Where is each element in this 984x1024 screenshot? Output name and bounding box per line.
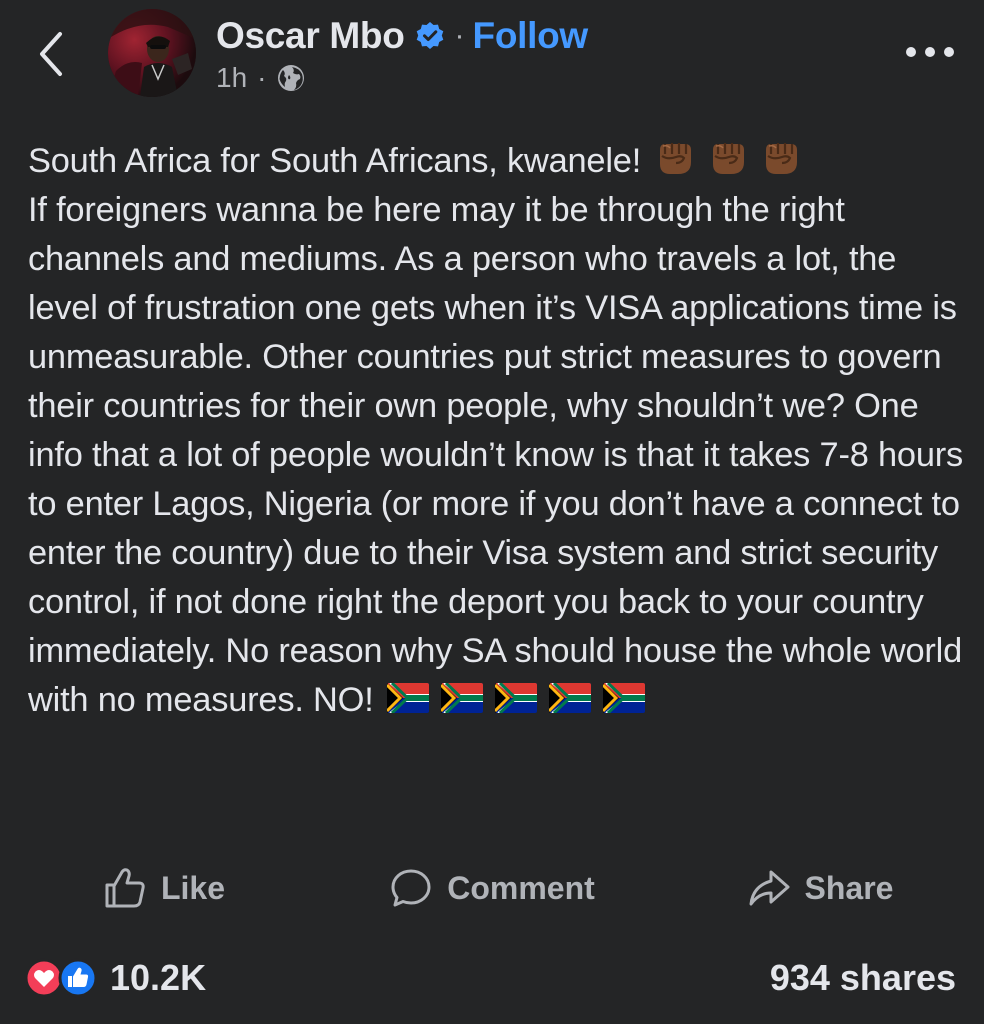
like-reaction-icon bbox=[58, 958, 98, 998]
reactions-summary[interactable]: 10.2K bbox=[24, 952, 206, 1004]
like-button[interactable]: Like bbox=[0, 860, 328, 916]
share-arrow-icon bbox=[749, 870, 790, 906]
thumbs-up-icon bbox=[105, 868, 145, 908]
reaction-count: 10.2K bbox=[110, 957, 207, 998]
raised-fist-icon bbox=[766, 143, 798, 174]
follow-button[interactable]: Follow bbox=[473, 15, 589, 57]
globe-icon bbox=[278, 65, 305, 91]
more-horizontal-icon bbox=[906, 47, 916, 57]
share-label: Share bbox=[804, 869, 894, 906]
author-row: Oscar Mbo · Follow bbox=[216, 12, 588, 60]
meta-separator-dot: · bbox=[257, 62, 267, 93]
reaction-icons bbox=[24, 958, 102, 998]
share-count[interactable]: 934 shares bbox=[770, 952, 956, 1004]
post-body: South Africa for South Africans, kwanele… bbox=[28, 136, 963, 725]
verified-badge-icon bbox=[416, 22, 443, 49]
post-text-body: If foreigners wanna be here may it be th… bbox=[28, 191, 964, 719]
back-button[interactable] bbox=[30, 28, 74, 80]
fist-emoji-group bbox=[654, 136, 813, 178]
post-meta: 1h · bbox=[216, 60, 306, 96]
separator-dot: · bbox=[454, 19, 465, 52]
south-africa-flag-icon bbox=[548, 683, 591, 713]
like-label: Like bbox=[160, 869, 226, 906]
comment-bubble-icon bbox=[391, 869, 431, 907]
raised-fist-icon bbox=[660, 143, 692, 174]
south-africa-flag-icon bbox=[602, 683, 645, 713]
flag-emoji-group bbox=[386, 683, 657, 713]
comment-label: Comment bbox=[447, 869, 595, 906]
south-africa-flag-icon bbox=[386, 683, 429, 713]
raised-fist-icon bbox=[713, 143, 745, 174]
south-africa-flag-icon bbox=[440, 683, 483, 713]
share-button[interactable]: Share bbox=[656, 860, 984, 916]
chevron-left-icon bbox=[40, 32, 62, 76]
post-timestamp[interactable]: 1h bbox=[216, 62, 247, 94]
action-bar: Like Comment Share bbox=[0, 860, 984, 916]
avatar[interactable] bbox=[108, 9, 196, 97]
post-text-first-line: South Africa for South Africans, kwanele… bbox=[28, 142, 642, 180]
south-africa-flag-icon bbox=[494, 683, 537, 713]
more-options-button[interactable] bbox=[906, 34, 954, 70]
author-name[interactable]: Oscar Mbo bbox=[216, 15, 405, 57]
comment-button[interactable]: Comment bbox=[328, 860, 656, 916]
